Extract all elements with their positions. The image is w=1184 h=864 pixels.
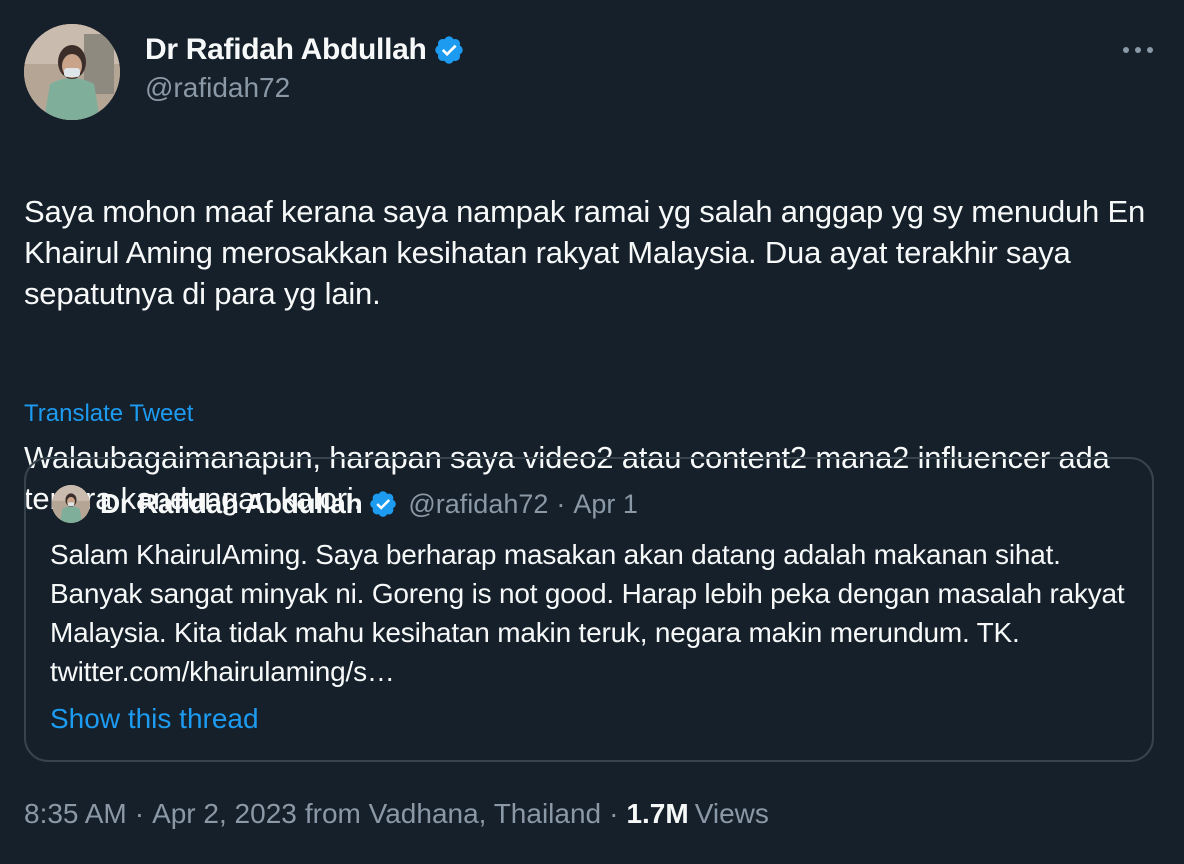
quoted-separator: · (556, 488, 566, 519)
meta-separator-1: · (134, 798, 145, 829)
quoted-date[interactable]: Apr 1 (573, 489, 638, 520)
profile-photo-icon (24, 24, 120, 120)
author-handle[interactable]: @rafidah72 (145, 72, 290, 104)
quoted-tweet-card[interactable]: Dr Rafidah Abdullah @rafidah72 · Apr 1 S… (24, 457, 1154, 762)
quoted-display-name[interactable]: Dr Rafidah Abdullah (100, 488, 363, 520)
show-thread-link[interactable]: Show this thread (50, 703, 259, 735)
meta-separator-2: · (609, 798, 619, 829)
quoted-verified-badge-icon (368, 489, 398, 519)
quoted-profile-photo-icon (52, 485, 90, 523)
quoted-avatar[interactable] (52, 485, 90, 523)
views-count: 1.7M (626, 798, 689, 829)
more-options-icon (1123, 47, 1153, 53)
avatar[interactable] (24, 24, 120, 120)
translate-tweet-link[interactable]: Translate Tweet (24, 400, 193, 428)
tweet-meta: 8:35 AM · Apr 2, 2023 from Vadhana, Thai… (24, 798, 769, 830)
author-name-row: Dr Rafidah Abdullah (145, 30, 465, 70)
views-label: Views (694, 798, 769, 829)
tweet-date[interactable]: Apr 2, 2023 (152, 798, 297, 830)
quoted-tweet-header: Dr Rafidah Abdullah @rafidah72 · Apr 1 (100, 485, 638, 523)
author-display-name[interactable]: Dr Rafidah Abdullah (145, 33, 427, 67)
quoted-tweet-text: Salam KhairulAming. Saya berharap masaka… (50, 539, 1125, 687)
tweet-location: from Vadhana, Thailand (304, 798, 602, 829)
tweet-time[interactable]: 8:35 AM (24, 798, 127, 830)
tweet-container: Dr Rafidah Abdullah @rafidah72 Saya moho… (0, 0, 1184, 864)
more-options-button[interactable] (1114, 30, 1162, 70)
tweet-paragraph-1: Saya mohon maaf kerana saya nampak ramai… (24, 194, 1146, 311)
quoted-handle[interactable]: @rafidah72 (408, 489, 548, 520)
verified-badge-icon (433, 34, 465, 66)
